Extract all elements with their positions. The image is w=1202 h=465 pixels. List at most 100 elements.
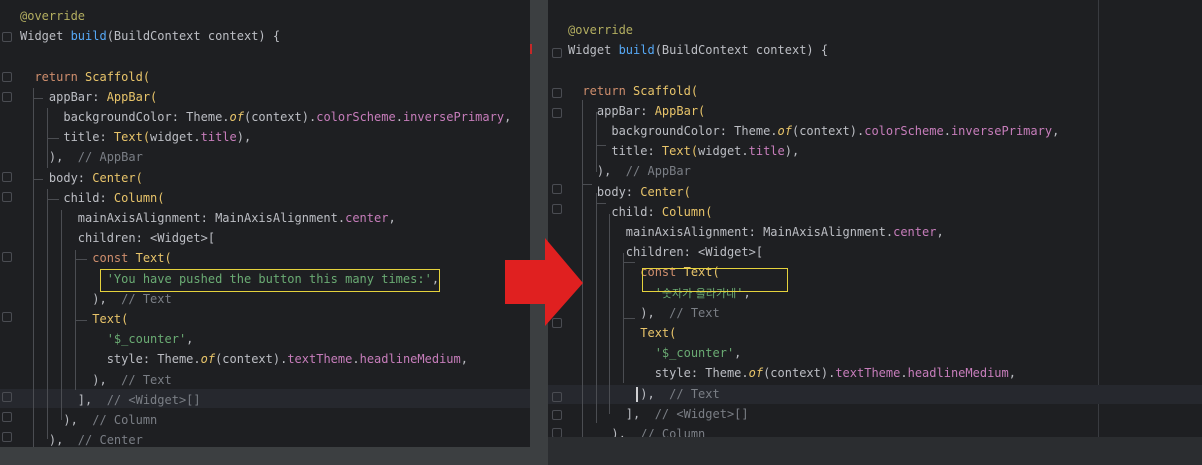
code-line[interactable]: style: Theme.of(context).textTheme.headl… — [568, 364, 1016, 383]
code-token: // Column — [92, 413, 158, 427]
fold-icon[interactable] — [552, 48, 562, 58]
code-line[interactable]: backgroundColor: Theme.of(context).color… — [20, 108, 511, 127]
code-token: headlineMedium — [359, 352, 461, 367]
code-token: headlineMedium — [907, 366, 1009, 381]
code-line[interactable]: child: Column( — [568, 203, 713, 222]
status-strip — [548, 437, 1202, 465]
code-token: children: <Widget>[ — [20, 231, 216, 246]
indent-guide — [75, 320, 87, 321]
fold-icon[interactable] — [2, 412, 12, 422]
fold-icon[interactable] — [552, 184, 562, 194]
code-line[interactable]: mainAxisAlignment: MainAxisAlignment.cen… — [20, 209, 396, 228]
code-token: textTheme — [835, 366, 901, 381]
fold-icon[interactable] — [552, 428, 562, 437]
code-token: backgroundColor: Theme. — [568, 124, 778, 138]
code-token: appBar: — [568, 103, 655, 118]
code-line[interactable]: backgroundColor: Theme.of(context).color… — [568, 122, 1059, 141]
code-line[interactable]: mainAxisAlignment: MainAxisAlignment.cen… — [568, 223, 944, 242]
code-token: title: — [20, 130, 114, 145]
code-token: body: — [568, 184, 641, 199]
code-token: // Column — [640, 427, 706, 437]
code-line[interactable]: ), // Column — [20, 411, 157, 430]
code-line[interactable]: return Scaffold( — [568, 82, 698, 101]
code-token: ], — [568, 406, 655, 421]
fold-icon[interactable] — [2, 252, 12, 262]
code-line[interactable]: children: <Widget>[ — [568, 243, 763, 262]
code-token: // <Widget>[] — [106, 392, 201, 407]
code-token: Text( — [113, 130, 151, 145]
fold-icon[interactable] — [552, 392, 562, 402]
fold-icon[interactable] — [2, 172, 12, 182]
code-token: // Text — [121, 291, 172, 306]
code-token: (context). — [791, 124, 865, 138]
code-token: // AppBar — [625, 164, 691, 179]
fold-icon[interactable] — [2, 192, 12, 202]
code-line[interactable]: const Text( — [20, 249, 171, 268]
indent-guide — [596, 112, 597, 172]
right-code-editor[interactable]: @override Widget build(BuildContext conte… — [548, 0, 1202, 437]
code-token: ), — [568, 386, 670, 401]
code-line[interactable]: Widget build(BuildContext context) { — [568, 41, 828, 60]
code-token: Column( — [113, 190, 165, 205]
code-token: '$_counter' — [20, 332, 187, 347]
fold-icon[interactable] — [2, 312, 12, 322]
code-line[interactable]: children: <Widget>[ — [20, 229, 215, 248]
code-token: of — [748, 366, 764, 381]
code-token: body: — [20, 170, 93, 185]
code-token: . — [352, 352, 360, 367]
code-line[interactable]: style: Theme.of(context).textTheme.headl… — [20, 350, 468, 369]
indent-guide — [47, 138, 59, 139]
code-token: widget. — [150, 130, 201, 145]
fold-icon[interactable] — [2, 92, 12, 102]
code-line[interactable]: ), // Column — [568, 425, 705, 437]
fold-icon[interactable] — [552, 204, 562, 214]
code-token: . — [395, 110, 403, 124]
code-line[interactable]: child: Column( — [20, 189, 165, 208]
code-token: Widget — [20, 29, 71, 44]
code-line[interactable]: appBar: AppBar( — [568, 102, 705, 121]
code-token: , — [734, 346, 742, 361]
code-line[interactable]: '$_counter', — [568, 344, 742, 363]
indent-guide — [47, 189, 48, 439]
indent-guide — [75, 259, 87, 260]
code-line[interactable]: body: Center( — [568, 183, 691, 202]
code-token: return — [20, 69, 86, 84]
indent-guide — [623, 318, 635, 319]
code-line[interactable]: @override — [20, 7, 85, 26]
code-token: // <Widget>[] — [654, 406, 749, 421]
fold-icon[interactable] — [2, 432, 12, 442]
code-token: // Center — [77, 433, 143, 447]
code-line[interactable]: ), // Text — [20, 371, 172, 390]
fold-icon[interactable] — [552, 410, 562, 420]
error-marker — [530, 44, 532, 54]
fold-icon[interactable] — [2, 32, 12, 42]
left-code-editor[interactable]: @override Widget build(BuildContext conte… — [0, 0, 530, 447]
code-line[interactable]: ), // Text — [20, 290, 172, 309]
code-token: colorScheme — [864, 124, 944, 138]
code-token: (BuildContext context) { — [654, 43, 829, 58]
code-line[interactable]: Widget build(BuildContext context) { — [20, 27, 280, 46]
code-line[interactable]: ), // Text — [568, 385, 720, 404]
code-token: Scaffold( — [633, 83, 699, 98]
code-line[interactable]: ), // Center — [20, 431, 143, 447]
code-line[interactable]: ), // Text — [568, 304, 720, 323]
fold-icon[interactable] — [2, 72, 12, 82]
code-token: , — [1008, 366, 1016, 381]
code-line[interactable]: ), // AppBar — [568, 162, 691, 181]
fold-icon[interactable] — [552, 88, 562, 98]
right-arrow-icon — [505, 238, 583, 326]
code-token: mainAxisAlignment: MainAxisAlignment. — [568, 225, 894, 239]
code-line[interactable]: ), // AppBar — [20, 148, 143, 167]
code-token: (BuildContext context) { — [106, 29, 281, 44]
code-token: (context). — [243, 110, 317, 124]
code-token: of — [229, 110, 244, 124]
fold-icon[interactable] — [2, 392, 12, 402]
code-line[interactable]: @override — [568, 21, 633, 40]
code-token: Text( — [92, 312, 129, 326]
code-token: Column( — [661, 204, 713, 219]
code-line[interactable]: '$_counter', — [20, 330, 194, 349]
code-token: , — [936, 225, 944, 239]
code-line[interactable]: return Scaffold( — [20, 68, 150, 87]
fold-icon[interactable] — [552, 108, 562, 118]
